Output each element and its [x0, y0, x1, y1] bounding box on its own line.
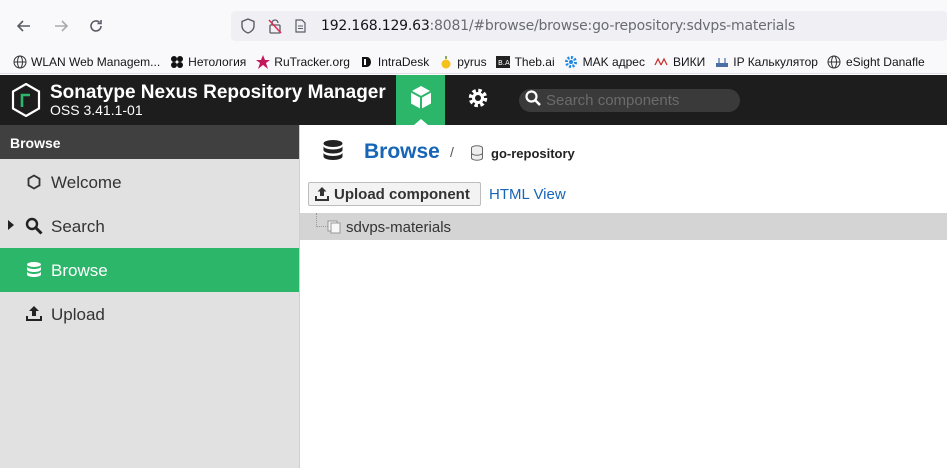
browse-toolbar: Upload component HTML View: [300, 180, 947, 210]
bookmark-label: IP Калькулятор: [733, 54, 818, 69]
repository-icon: [470, 145, 484, 166]
search-icon: [25, 217, 43, 235]
address-bar[interactable]: 192.168.129.63:8081/#browse/browse:go-re…: [231, 11, 947, 41]
insecure-lock-icon[interactable]: [267, 18, 283, 39]
html-view-link[interactable]: HTML View: [489, 186, 566, 203]
upload-icon: [25, 305, 43, 323]
sidebar-item-browse[interactable]: Browse: [0, 248, 299, 292]
bookmark-wiki[interactable]: ВИКИ: [654, 54, 705, 69]
arrow-right-icon[interactable]: [49, 14, 73, 38]
bookmark-wlan[interactable]: WLAN Web Managem...: [12, 54, 160, 69]
bookmark-label: Нетология: [188, 54, 247, 69]
cube-icon: [409, 85, 433, 116]
shield-icon[interactable]: [240, 18, 256, 39]
url-host: 192.168.129.63: [321, 18, 430, 34]
sidebar-heading: Browse: [0, 125, 299, 159]
component-search[interactable]: [519, 89, 740, 112]
sidebar-item-label: Search: [51, 217, 105, 236]
bookmark-ip-calc[interactable]: IP Калькулятор: [714, 54, 818, 69]
bookmark-label: WLAN Web Managem...: [31, 54, 161, 69]
hexagon-icon: [25, 173, 43, 191]
breadcrumb-separator: /: [450, 144, 454, 160]
app-title: Sonatype Nexus Repository Manager: [50, 82, 386, 103]
tree-row[interactable]: sdvps-materials: [300, 213, 947, 240]
upload-icon: [314, 186, 330, 202]
globe-icon: [827, 54, 842, 69]
search-input[interactable]: [546, 92, 736, 109]
breadcrumb-browse-link[interactable]: Browse: [364, 140, 440, 164]
database-icon: [25, 261, 43, 279]
bookmark-label: IntraDesk: [377, 54, 430, 69]
wiki-icon: [654, 54, 669, 69]
router-icon: [714, 54, 729, 69]
arrow-left-icon[interactable]: [12, 14, 36, 38]
sidebar-item-search[interactable]: Search: [0, 204, 299, 248]
bookmarks-bar: WLAN Web Managem... Нетология RuTracker.…: [0, 50, 947, 74]
nexus-logo-icon[interactable]: [11, 82, 41, 118]
search-icon: [525, 90, 541, 111]
sidebar-item-label: Welcome: [51, 173, 122, 192]
bookmark-label: RuTracker.org: [274, 54, 350, 69]
browse-mode-button[interactable]: [396, 75, 445, 125]
upload-component-button[interactable]: Upload component: [308, 182, 481, 206]
sidebar-item-welcome[interactable]: Welcome: [0, 160, 299, 204]
sidebar-item-label: Upload: [51, 305, 105, 324]
app-version: OSS 3.41.1-01: [50, 102, 143, 118]
breadcrumb-repository: go-repository: [491, 146, 575, 161]
bookmark-thebai[interactable]: B.AI Theb.ai: [496, 54, 555, 69]
rutracker-icon: [255, 54, 270, 69]
expand-caret-icon[interactable]: [8, 220, 14, 230]
page-icon: [293, 19, 307, 38]
folder-icon: [327, 220, 343, 239]
bookmark-pyrus[interactable]: pyrus: [438, 54, 487, 69]
bookmark-label: Theb.ai: [514, 54, 555, 69]
sidebar-item-upload[interactable]: Upload: [0, 292, 299, 336]
gear-blue-icon: [564, 54, 579, 69]
browser-toolbar: 192.168.129.63:8081/#browse/browse:go-re…: [0, 0, 947, 50]
breadcrumb: Browse / go-repository: [300, 125, 947, 177]
bookmark-netology[interactable]: Нетология: [169, 54, 246, 69]
svg-text:B.AI: B.AI: [498, 59, 510, 67]
intradesk-icon: [359, 54, 374, 69]
database-icon: [322, 139, 344, 168]
url-text[interactable]: 192.168.129.63:8081/#browse/browse:go-re…: [321, 18, 795, 34]
reload-icon[interactable]: [84, 14, 108, 38]
bookmark-label: ВИКИ: [672, 54, 706, 69]
sidebar-item-label: Browse: [51, 261, 108, 280]
bookmark-esight[interactable]: eSight Danafle: [827, 54, 925, 69]
bookmark-intradesk[interactable]: IntraDesk: [359, 54, 429, 69]
upload-component-label: Upload component: [334, 185, 470, 203]
app-header: Sonatype Nexus Repository Manager OSS 3.…: [0, 75, 947, 125]
bookmark-label: pyrus: [457, 54, 487, 69]
tree-node-label: sdvps-materials: [346, 219, 452, 236]
globe-icon: [12, 54, 27, 69]
main-content: Browse / go-repository Upload component …: [300, 125, 947, 468]
sidebar: Browse Welcome Search Browse Upload: [0, 125, 300, 468]
bookmark-rutracker[interactable]: RuTracker.org: [255, 54, 350, 69]
netology-icon: [169, 54, 184, 69]
pyrus-icon: [438, 54, 453, 69]
gear-icon: [466, 86, 490, 115]
bookmark-label: eSight Danafle: [845, 54, 925, 69]
bookmark-label: MAK адрес: [582, 54, 645, 69]
url-path: :8081/#browse/browse:go-repository:sdvps…: [429, 18, 796, 34]
bookmark-mak[interactable]: MAK адрес: [564, 54, 645, 69]
thebai-icon: B.AI: [496, 54, 511, 69]
admin-mode-button[interactable]: [455, 75, 501, 125]
